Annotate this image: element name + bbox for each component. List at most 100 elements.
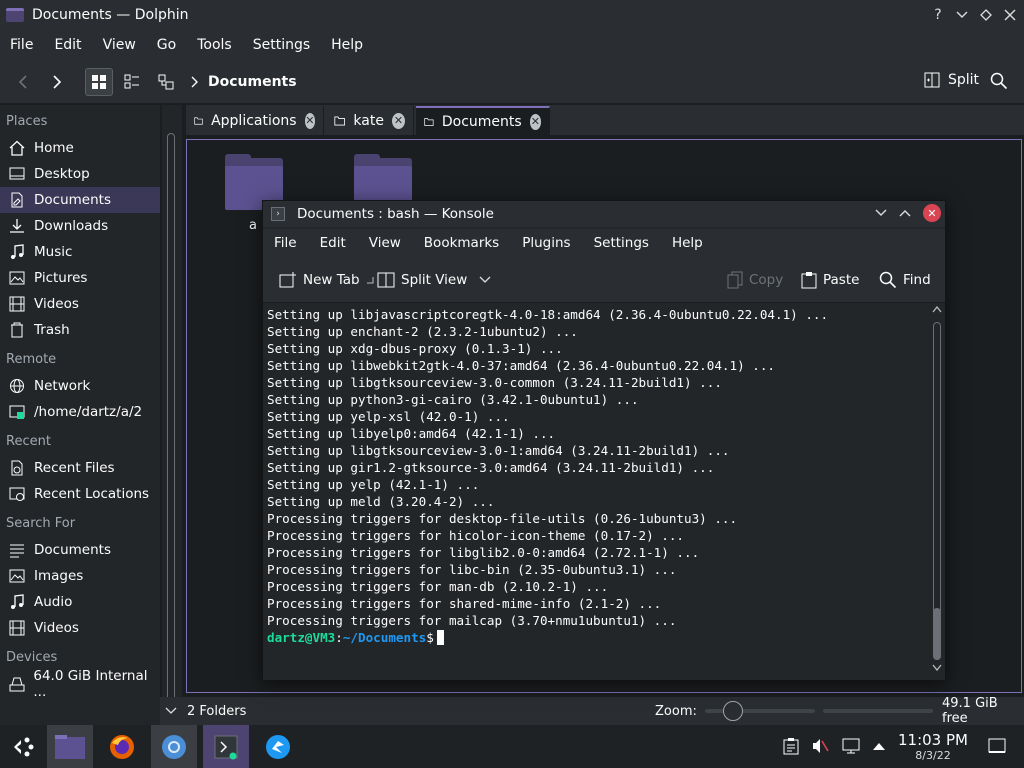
free-space-label: 49.1 GiB free (942, 696, 998, 726)
sidebar-item-search-videos[interactable]: Videos (0, 615, 160, 641)
konsole-menu-settings[interactable]: Settings (583, 235, 661, 251)
pictures-icon (8, 269, 26, 287)
icons-view-button[interactable] (85, 68, 113, 96)
minimize-icon[interactable] (875, 209, 891, 217)
new-tab-button[interactable]: New Tab (279, 271, 374, 289)
konsole-window[interactable]: › Documents : bash — Konsole ✕ File Edit… (262, 200, 946, 680)
clipboard-icon[interactable] (782, 737, 800, 755)
sidebar-item-videos[interactable]: Videos (0, 291, 160, 317)
network-wired-icon[interactable] (842, 737, 860, 755)
back-button[interactable] (10, 68, 38, 96)
tab-documents[interactable]: Documents ✕ (416, 106, 550, 135)
documents-icon (8, 191, 26, 209)
konsole-menu-view[interactable]: View (358, 235, 413, 251)
status-bar: 2 Folders Zoom: 49.1 GiB free (160, 696, 1024, 726)
sidebar-item-internal-drive[interactable]: 64.0 GiB Internal ... (0, 668, 160, 700)
split-button[interactable]: Split (924, 72, 979, 88)
sidebar-item-search-documents[interactable]: Documents (0, 537, 160, 563)
terminal-line: Setting up libgtksourceview-3.0-common (… (267, 375, 722, 390)
terminal-line: Processing triggers for man-db (2.10.2-1… (267, 579, 609, 594)
tab-applications[interactable]: Applications ✕ (186, 106, 324, 135)
terminal-icon (214, 735, 238, 759)
sidebar-item-network[interactable]: Network (0, 373, 160, 399)
sidebar-item-label: Downloads (34, 218, 109, 234)
split-view-button[interactable]: Split View (377, 271, 491, 289)
tab-label: Applications (211, 112, 297, 129)
terminal-prompt-line[interactable]: dartz@VM3:~/Documents$ (267, 629, 927, 646)
breadcrumb[interactable]: Documents (190, 74, 297, 90)
task-discover[interactable] (255, 725, 301, 768)
sidebar-item-recent-files[interactable]: Recent Files (0, 455, 160, 481)
sidebar-item-desktop[interactable]: Desktop (0, 161, 160, 187)
find-button[interactable]: Find (879, 271, 931, 289)
zoom-label: Zoom: (655, 703, 697, 719)
konsole-menu-bookmarks[interactable]: Bookmarks (413, 235, 511, 251)
copy-button[interactable]: Copy (727, 271, 783, 289)
clock[interactable]: 11:03 PM 8/3/22 (896, 731, 970, 762)
tab-kate[interactable]: kate ✕ (326, 106, 414, 135)
konsole-menu-help[interactable]: Help (661, 235, 715, 251)
zoom-slider-handle[interactable] (723, 701, 743, 721)
images-icon (8, 567, 26, 585)
sidebar-item-downloads[interactable]: Downloads (0, 213, 160, 239)
sidebar-item-recent-locations[interactable]: Recent Locations (0, 481, 160, 507)
close-icon[interactable] (1002, 7, 1018, 23)
menu-go[interactable]: Go (147, 37, 187, 53)
scrollbar-thumb[interactable] (933, 608, 941, 660)
terminal-line: Setting up enchant-2 (2.3.2-1ubuntu2) ..… (267, 324, 578, 339)
task-firefox[interactable] (99, 725, 145, 768)
breadcrumb-documents[interactable]: Documents (208, 74, 297, 90)
sidebar-item-music[interactable]: Music (0, 239, 160, 265)
konsole-menu-edit[interactable]: Edit (309, 235, 358, 251)
konsole-menu-plugins[interactable]: Plugins (511, 235, 582, 251)
sidebar-scrollbar[interactable]: ⌄ (162, 105, 182, 727)
help-icon[interactable]: ? (930, 7, 946, 23)
application-launcher-button[interactable] (0, 725, 46, 768)
maximize-icon[interactable] (978, 7, 994, 23)
menu-settings[interactable]: Settings (243, 37, 321, 53)
menu-help[interactable]: Help (321, 37, 374, 53)
chevron-down-icon[interactable] (932, 664, 942, 671)
folder-label[interactable]: a (249, 218, 257, 233)
show-hidden-tray-icon[interactable] (870, 737, 888, 755)
sidebar-item-pictures[interactable]: Pictures (0, 265, 160, 291)
sidebar-item-search-audio[interactable]: Audio (0, 589, 160, 615)
menu-edit[interactable]: Edit (44, 37, 92, 53)
task-dolphin[interactable] (47, 725, 93, 768)
search-documents-icon (8, 541, 26, 559)
terminal-output[interactable]: Setting up libjavascriptcoregtk-4.0-18:a… (263, 304, 931, 680)
terminal-line: Processing triggers for mailcap (3.70+nm… (267, 613, 677, 628)
maximize-icon[interactable] (899, 209, 915, 217)
sidebar-item-trash[interactable]: Trash (0, 317, 160, 343)
sidebar-item-documents[interactable]: Documents (0, 187, 160, 213)
sidebar-item-search-images[interactable]: Images (0, 563, 160, 589)
chevron-up-icon[interactable] (932, 306, 942, 313)
forward-button[interactable] (42, 68, 70, 96)
minimize-icon[interactable] (954, 7, 970, 23)
close-tab-icon[interactable]: ✕ (391, 112, 405, 129)
menu-file[interactable]: File (0, 37, 44, 53)
task-chromium[interactable] (151, 725, 197, 768)
new-tab-icon (279, 272, 296, 288)
scrollbar-track[interactable] (167, 133, 175, 705)
konsole-menu-file[interactable]: File (263, 235, 309, 251)
konsole-titlebar[interactable]: › Documents : bash — Konsole ✕ (263, 201, 945, 227)
show-desktop-icon[interactable] (988, 737, 1006, 755)
terminal-scrollbar[interactable] (929, 304, 945, 680)
menu-view[interactable]: View (93, 37, 147, 53)
details-view-button[interactable] (152, 68, 180, 96)
menu-tools[interactable]: Tools (187, 37, 243, 53)
zoom-slider[interactable] (705, 709, 815, 713)
sidebar-item-home[interactable]: Home (0, 135, 160, 161)
paste-button[interactable]: Paste (801, 271, 859, 289)
close-tab-icon[interactable]: ✕ (529, 113, 541, 130)
close-icon[interactable]: ✕ (923, 204, 941, 222)
task-konsole[interactable] (203, 725, 249, 768)
terminal-line: Setting up meld (3.20.4-2) ... (267, 494, 495, 509)
window-titlebar[interactable]: Documents — Dolphin ? (0, 0, 1024, 30)
volume-muted-icon[interactable] (811, 737, 829, 755)
close-tab-icon[interactable]: ✕ (304, 112, 315, 129)
search-button[interactable] (990, 72, 1008, 90)
sidebar-item-remote-folder[interactable]: /home/dartz/a/2 (0, 399, 160, 425)
compact-view-button[interactable] (118, 68, 146, 96)
